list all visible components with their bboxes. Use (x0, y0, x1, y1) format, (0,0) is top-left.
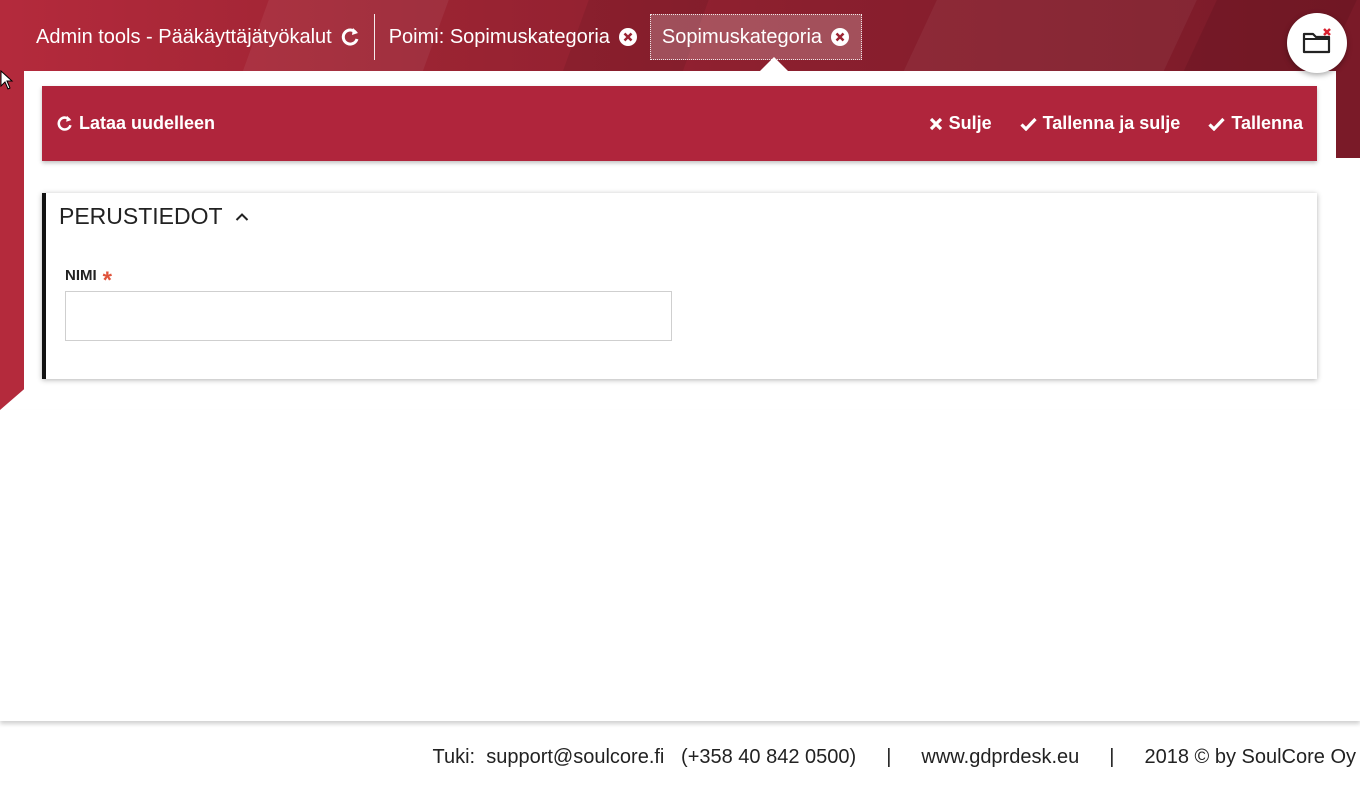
tab-poimi-sopimuskategoria[interactable]: Poimi: Sopimuskategoria (377, 14, 650, 60)
save-and-close-label: Tallenna ja sulje (1042, 113, 1181, 133)
reload-button[interactable]: Lataa uudelleen (56, 113, 215, 134)
close-button[interactable]: Sulje (929, 113, 992, 134)
reload-label: Lataa uudelleen (79, 113, 216, 133)
save-label: Tallenna (1231, 113, 1303, 133)
section-header[interactable]: PERUSTIEDOT (59, 203, 249, 230)
tab-label: Poimi: Sopimuskategoria (388, 25, 610, 48)
tab-divider (373, 14, 375, 60)
close-label: Sulje (948, 113, 992, 133)
folder-button[interactable] (1287, 13, 1347, 73)
active-tab-pointer (760, 57, 788, 71)
check-icon (1019, 117, 1037, 131)
section-perustiedot: PERUSTIEDOT NIMI * (42, 193, 1317, 379)
main-panel-bottom (0, 410, 1360, 721)
mouse-cursor-icon (0, 69, 14, 95)
section-title: PERUSTIEDOT (59, 203, 223, 229)
name-field-label: NIMI * (65, 267, 112, 292)
chevron-up-icon (235, 212, 249, 222)
footer-support: Tuki: support@soulcore.fi (+358 40 842 0… (432, 746, 857, 768)
close-icon (929, 117, 943, 131)
refresh-icon[interactable] (340, 27, 360, 47)
required-mark: * (102, 266, 113, 294)
name-input[interactable] (65, 291, 672, 341)
tab-bar: Admin tools - Pääkäyttäjätyökalut Poimi:… (24, 14, 863, 60)
tab-label: Admin tools - Pääkäyttäjätyökalut (36, 25, 332, 48)
footer-separator: | (886, 746, 892, 768)
save-and-close-button[interactable]: Tallenna ja sulje (1019, 113, 1181, 134)
side-accent (0, 150, 24, 410)
save-button[interactable]: Tallenna (1208, 113, 1303, 134)
folder-icon (1301, 27, 1333, 60)
footer: Tuki: support@soulcore.fi (+358 40 842 0… (433, 746, 1357, 769)
action-toolbar: Lataa uudelleen Sulje Tallenna ja sulje … (42, 86, 1317, 161)
close-circle-icon[interactable] (830, 27, 850, 47)
footer-separator: | (1109, 746, 1115, 768)
tab-sopimuskategoria[interactable]: Sopimuskategoria (649, 14, 863, 60)
tab-label: Sopimuskategoria (661, 25, 823, 48)
tab-admin-tools[interactable]: Admin tools - Pääkäyttäjätyökalut (24, 14, 372, 60)
name-label-text: NIMI (65, 267, 97, 284)
close-circle-icon[interactable] (618, 27, 638, 47)
refresh-icon (56, 115, 73, 132)
footer-copyright: 2018 © by SoulCore Oy (1144, 746, 1356, 768)
check-icon (1208, 117, 1225, 131)
footer-website-link[interactable]: www.gdprdesk.eu (921, 746, 1079, 769)
